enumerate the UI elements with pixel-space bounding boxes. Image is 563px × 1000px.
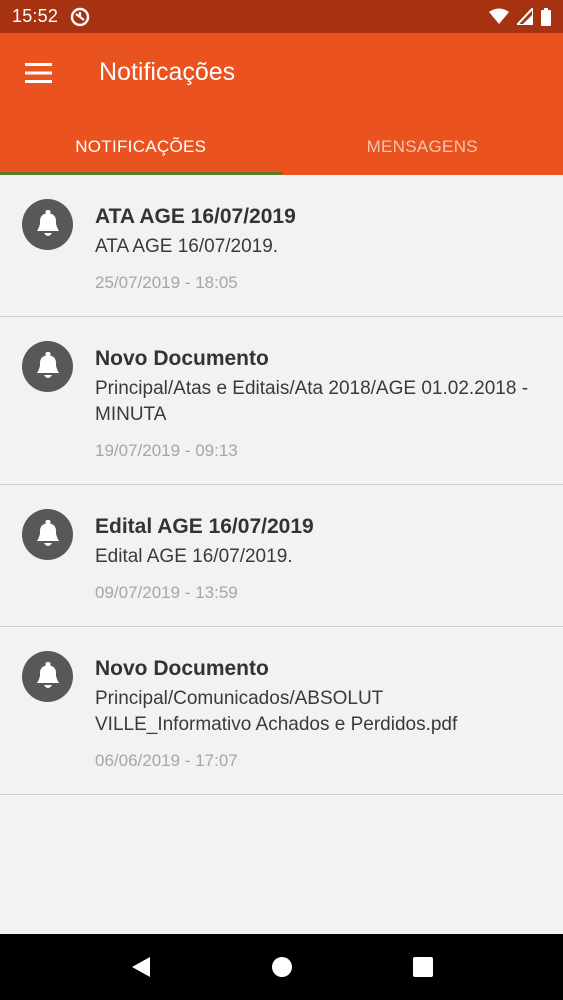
tab-mensagens[interactable]: MENSAGENS [282, 123, 563, 175]
notification-title: Novo Documento [95, 347, 269, 370]
notification-title: ATA AGE 16/07/2019 [95, 205, 296, 228]
menu-button[interactable] [18, 55, 58, 91]
app-notification-icon [70, 7, 90, 26]
notification-title: Edital AGE 16/07/2019 [95, 515, 314, 538]
app-bar: Notificações NOTIFICAÇÕES MENSAGENS [0, 33, 563, 175]
list-item[interactable]: Edital AGE 16/07/2019 Edital AGE 16/07/2… [0, 485, 563, 627]
notification-date: 09/07/2019 - 13:59 [95, 583, 238, 602]
status-bar: 15:52 [0, 0, 563, 33]
system-nav-bar [0, 934, 563, 1000]
bell-icon [22, 509, 73, 560]
tab-label: NOTIFICAÇÕES [75, 137, 207, 156]
back-triangle-icon [131, 957, 150, 977]
notification-date: 25/07/2019 - 18:05 [95, 273, 238, 292]
tab-bar: NOTIFICAÇÕES MENSAGENS [0, 123, 563, 175]
tab-label: MENSAGENS [366, 137, 478, 156]
battery-icon [541, 7, 551, 26]
home-circle-icon [271, 957, 292, 977]
recents-square-icon [412, 957, 433, 977]
nav-back-button[interactable] [111, 937, 171, 997]
status-icons [489, 7, 551, 26]
hamburger-icon [24, 63, 52, 83]
notification-date: 19/07/2019 - 09:13 [95, 441, 238, 460]
bell-icon [22, 199, 73, 250]
notification-body: Edital AGE 16/07/2019. [95, 546, 293, 567]
notification-body: Principal/Comunicados/ABSOLUT VILLE_Info… [95, 688, 458, 735]
tab-notificacoes[interactable]: NOTIFICAÇÕES [0, 123, 282, 175]
notification-body: Principal/Atas e Editais/Ata 2018/AGE 01… [95, 378, 529, 425]
notification-date: 06/06/2019 - 17:07 [95, 751, 238, 770]
list-item[interactable]: Novo Documento Principal/Atas e Editais/… [0, 317, 563, 485]
notification-title: Novo Documento [95, 657, 269, 680]
list-item[interactable]: ATA AGE 16/07/2019 ATA AGE 16/07/2019. 2… [0, 175, 563, 317]
notification-body: ATA AGE 16/07/2019. [95, 236, 279, 257]
bell-icon [22, 341, 73, 392]
signal-icon [517, 8, 533, 25]
bell-icon [22, 651, 73, 702]
nav-home-button[interactable] [252, 937, 312, 997]
wifi-icon [489, 8, 509, 24]
status-time: 15:52 [12, 6, 59, 26]
nav-recents-button[interactable] [393, 937, 453, 997]
page-title: Notificações [99, 58, 236, 86]
notification-list: ATA AGE 16/07/2019 ATA AGE 16/07/2019. 2… [0, 175, 563, 795]
list-item[interactable]: Novo Documento Principal/Comunicados/ABS… [0, 627, 563, 795]
